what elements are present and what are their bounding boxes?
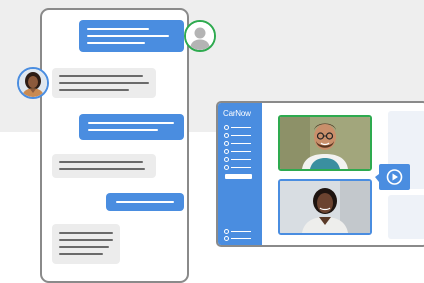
incoming-message-2 <box>52 154 156 178</box>
outgoing-message-3 <box>106 193 184 211</box>
chat-window <box>40 8 189 283</box>
nav-item-2[interactable] <box>224 133 256 138</box>
nav-item-bottom-1[interactable] <box>224 229 256 234</box>
nav-item-6[interactable] <box>224 165 256 170</box>
nav-item-bottom-2[interactable] <box>224 236 256 241</box>
play-icon <box>375 164 410 190</box>
man-with-glasses-icon <box>280 117 370 169</box>
outgoing-message-2 <box>79 114 184 140</box>
incoming-message-3 <box>52 224 120 264</box>
participant-video-2[interactable] <box>278 179 372 235</box>
nav-item-5[interactable] <box>224 157 256 162</box>
sidebar-button[interactable] <box>225 174 252 179</box>
participant-video-1[interactable] <box>278 115 372 171</box>
user-avatar-icon <box>184 20 216 52</box>
app-sidebar: CarNow <box>218 103 262 245</box>
incoming-message-1 <box>52 68 156 98</box>
play-button[interactable] <box>375 163 411 193</box>
empty-tile-bottom <box>388 195 424 239</box>
nav-item-1[interactable] <box>224 125 256 130</box>
nav-item-3[interactable] <box>224 141 256 146</box>
outgoing-message-1 <box>79 20 184 52</box>
nav-item-4[interactable] <box>224 149 256 154</box>
brand-logo: CarNow <box>223 109 251 118</box>
woman-icon <box>280 181 370 233</box>
agent-avatar-icon <box>17 67 49 99</box>
